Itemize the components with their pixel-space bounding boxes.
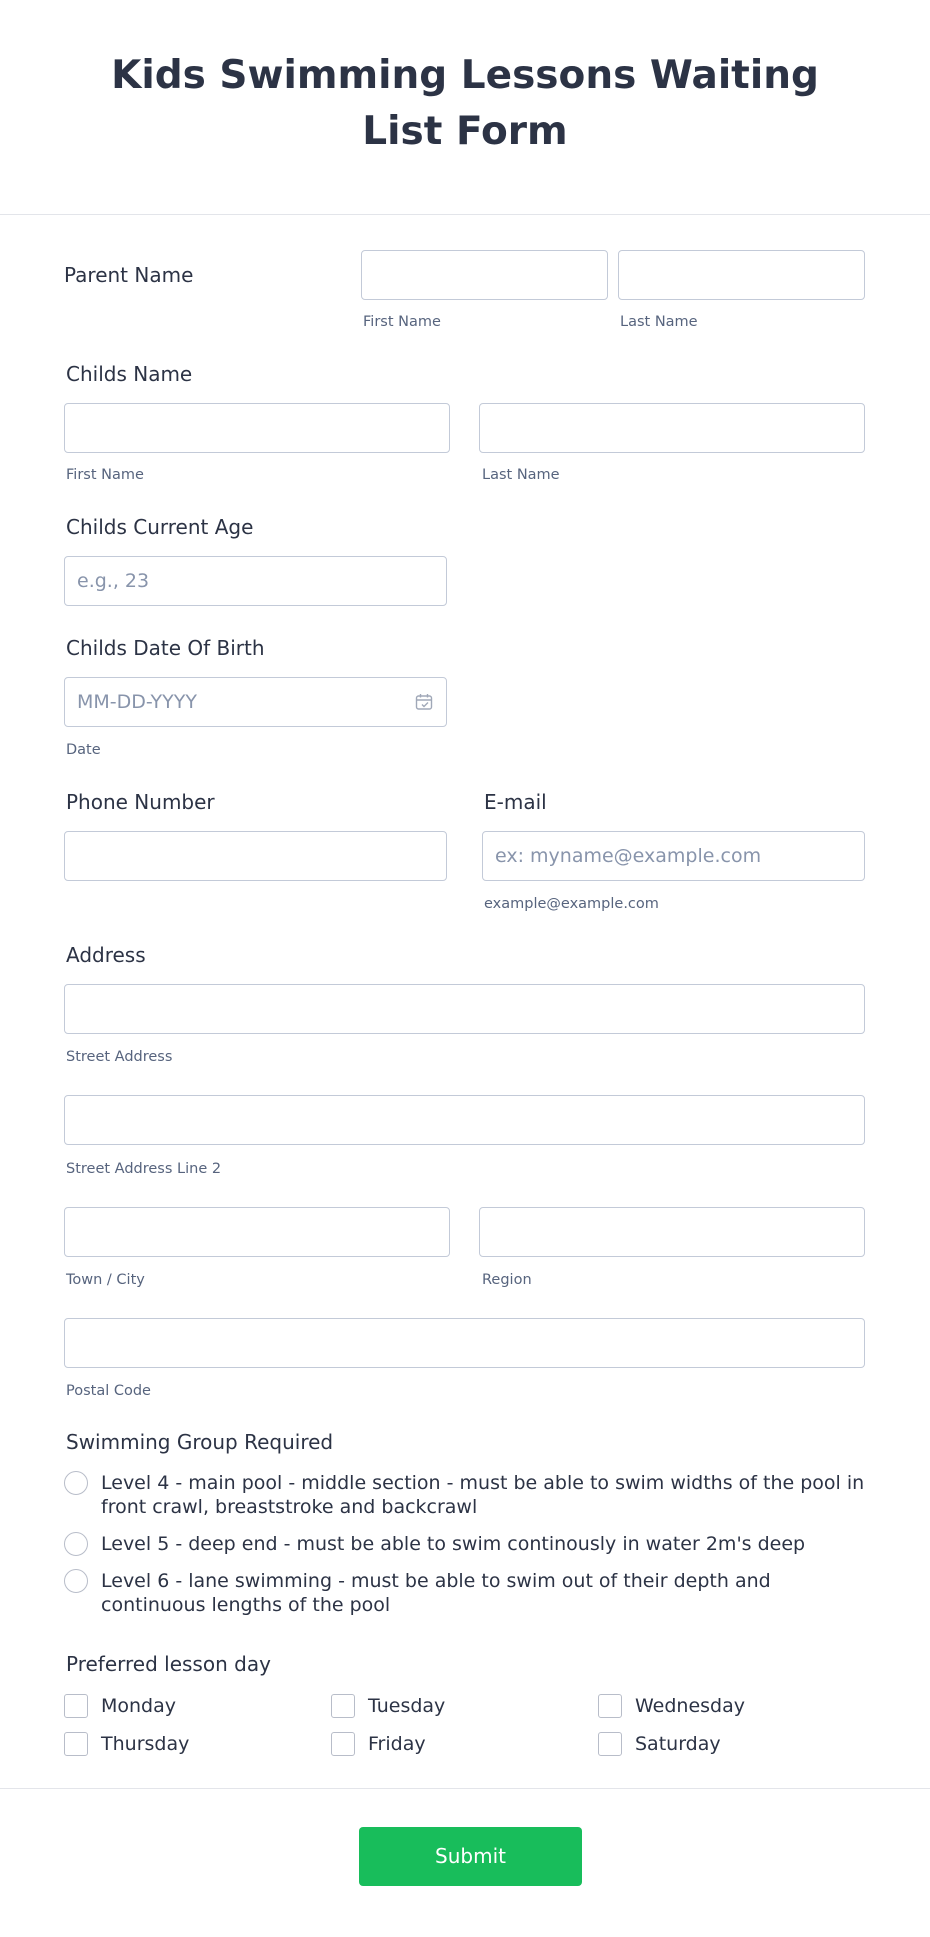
child-first-name-input[interactable] — [64, 403, 450, 453]
lesson-day-option-monday: Monday — [101, 1695, 177, 1717]
parent-last-name-sublabel: Last Name — [620, 314, 698, 330]
parent-first-name-input[interactable] — [361, 250, 608, 300]
email-sublabel: example@example.com — [484, 896, 659, 912]
lesson-day-label: Preferred lesson day — [66, 1652, 271, 1676]
parent-last-name-input[interactable] — [618, 250, 865, 300]
child-first-name-sublabel: First Name — [66, 467, 144, 483]
street-address-input[interactable] — [64, 984, 865, 1034]
lesson-day-option-thursday: Thursday — [101, 1733, 190, 1755]
street-address-line2-input[interactable] — [64, 1095, 865, 1145]
form-card: Kids Swimming Lessons Waiting List Form … — [0, 0, 930, 1937]
calendar-icon[interactable] — [414, 692, 434, 712]
child-dob-sublabel: Date — [66, 742, 101, 758]
swimming-group-radio-level4[interactable] — [64, 1471, 88, 1495]
child-dob-input[interactable]: MM-DD-YYYY — [64, 677, 447, 727]
city-input[interactable] — [64, 1207, 450, 1257]
parent-first-name-sublabel: First Name — [363, 314, 441, 330]
lesson-day-checkbox-tuesday[interactable] — [331, 1694, 355, 1718]
phone-input[interactable] — [64, 831, 447, 881]
email-input[interactable]: ex: myname@example.com — [482, 831, 865, 881]
city-sublabel: Town / City — [66, 1272, 145, 1288]
lesson-day-option-tuesday: Tuesday — [368, 1695, 446, 1717]
child-last-name-sublabel: Last Name — [482, 467, 560, 483]
form-title: Kids Swimming Lessons Waiting List Form — [111, 53, 819, 154]
lesson-day-checkbox-wednesday[interactable] — [598, 1694, 622, 1718]
swimming-group-radio-level5[interactable] — [64, 1532, 88, 1556]
child-last-name-input[interactable] — [479, 403, 865, 453]
street-address-line2-sublabel: Street Address Line 2 — [66, 1161, 222, 1177]
email-label: E-mail — [484, 790, 547, 814]
child-age-input[interactable]: e.g., 23 — [64, 556, 447, 606]
street-address-sublabel: Street Address — [66, 1049, 173, 1065]
lesson-day-checkbox-saturday[interactable] — [598, 1732, 622, 1756]
swimming-group-label: Swimming Group Required — [66, 1430, 334, 1454]
swimming-group-option-level6: Level 6 - lane swimming - must be able t… — [101, 1570, 771, 1616]
postal-code-sublabel: Postal Code — [66, 1383, 151, 1399]
child-name-label: Childs Name — [66, 362, 193, 386]
child-age-label: Childs Current Age — [66, 515, 254, 539]
swimming-group-option-level4: Level 4 - main pool - middle section - m… — [101, 1472, 865, 1518]
phone-label: Phone Number — [66, 790, 215, 814]
child-dob-placeholder: MM-DD-YYYY — [77, 691, 197, 713]
lesson-day-option-wednesday: Wednesday — [635, 1695, 746, 1717]
parent-name-label: Parent Name — [64, 263, 194, 287]
swimming-group-radio-level6[interactable] — [64, 1569, 88, 1593]
lesson-day-checkbox-friday[interactable] — [331, 1732, 355, 1756]
postal-code-input[interactable] — [64, 1318, 865, 1368]
region-input[interactable] — [479, 1207, 865, 1257]
swimming-group-option-level5: Level 5 - deep end - must be able to swi… — [101, 1533, 806, 1555]
lesson-day-option-saturday: Saturday — [635, 1733, 721, 1755]
address-label: Address — [66, 943, 146, 967]
lesson-day-checkbox-thursday[interactable] — [64, 1732, 88, 1756]
lesson-day-option-friday: Friday — [368, 1733, 426, 1755]
submit-button[interactable]: Submit — [359, 1827, 582, 1886]
footer-divider — [0, 1788, 930, 1789]
region-sublabel: Region — [482, 1272, 532, 1288]
child-dob-label: Childs Date Of Birth — [66, 636, 265, 660]
form-header: Kids Swimming Lessons Waiting List Form — [0, 0, 930, 215]
lesson-day-checkbox-monday[interactable] — [64, 1694, 88, 1718]
